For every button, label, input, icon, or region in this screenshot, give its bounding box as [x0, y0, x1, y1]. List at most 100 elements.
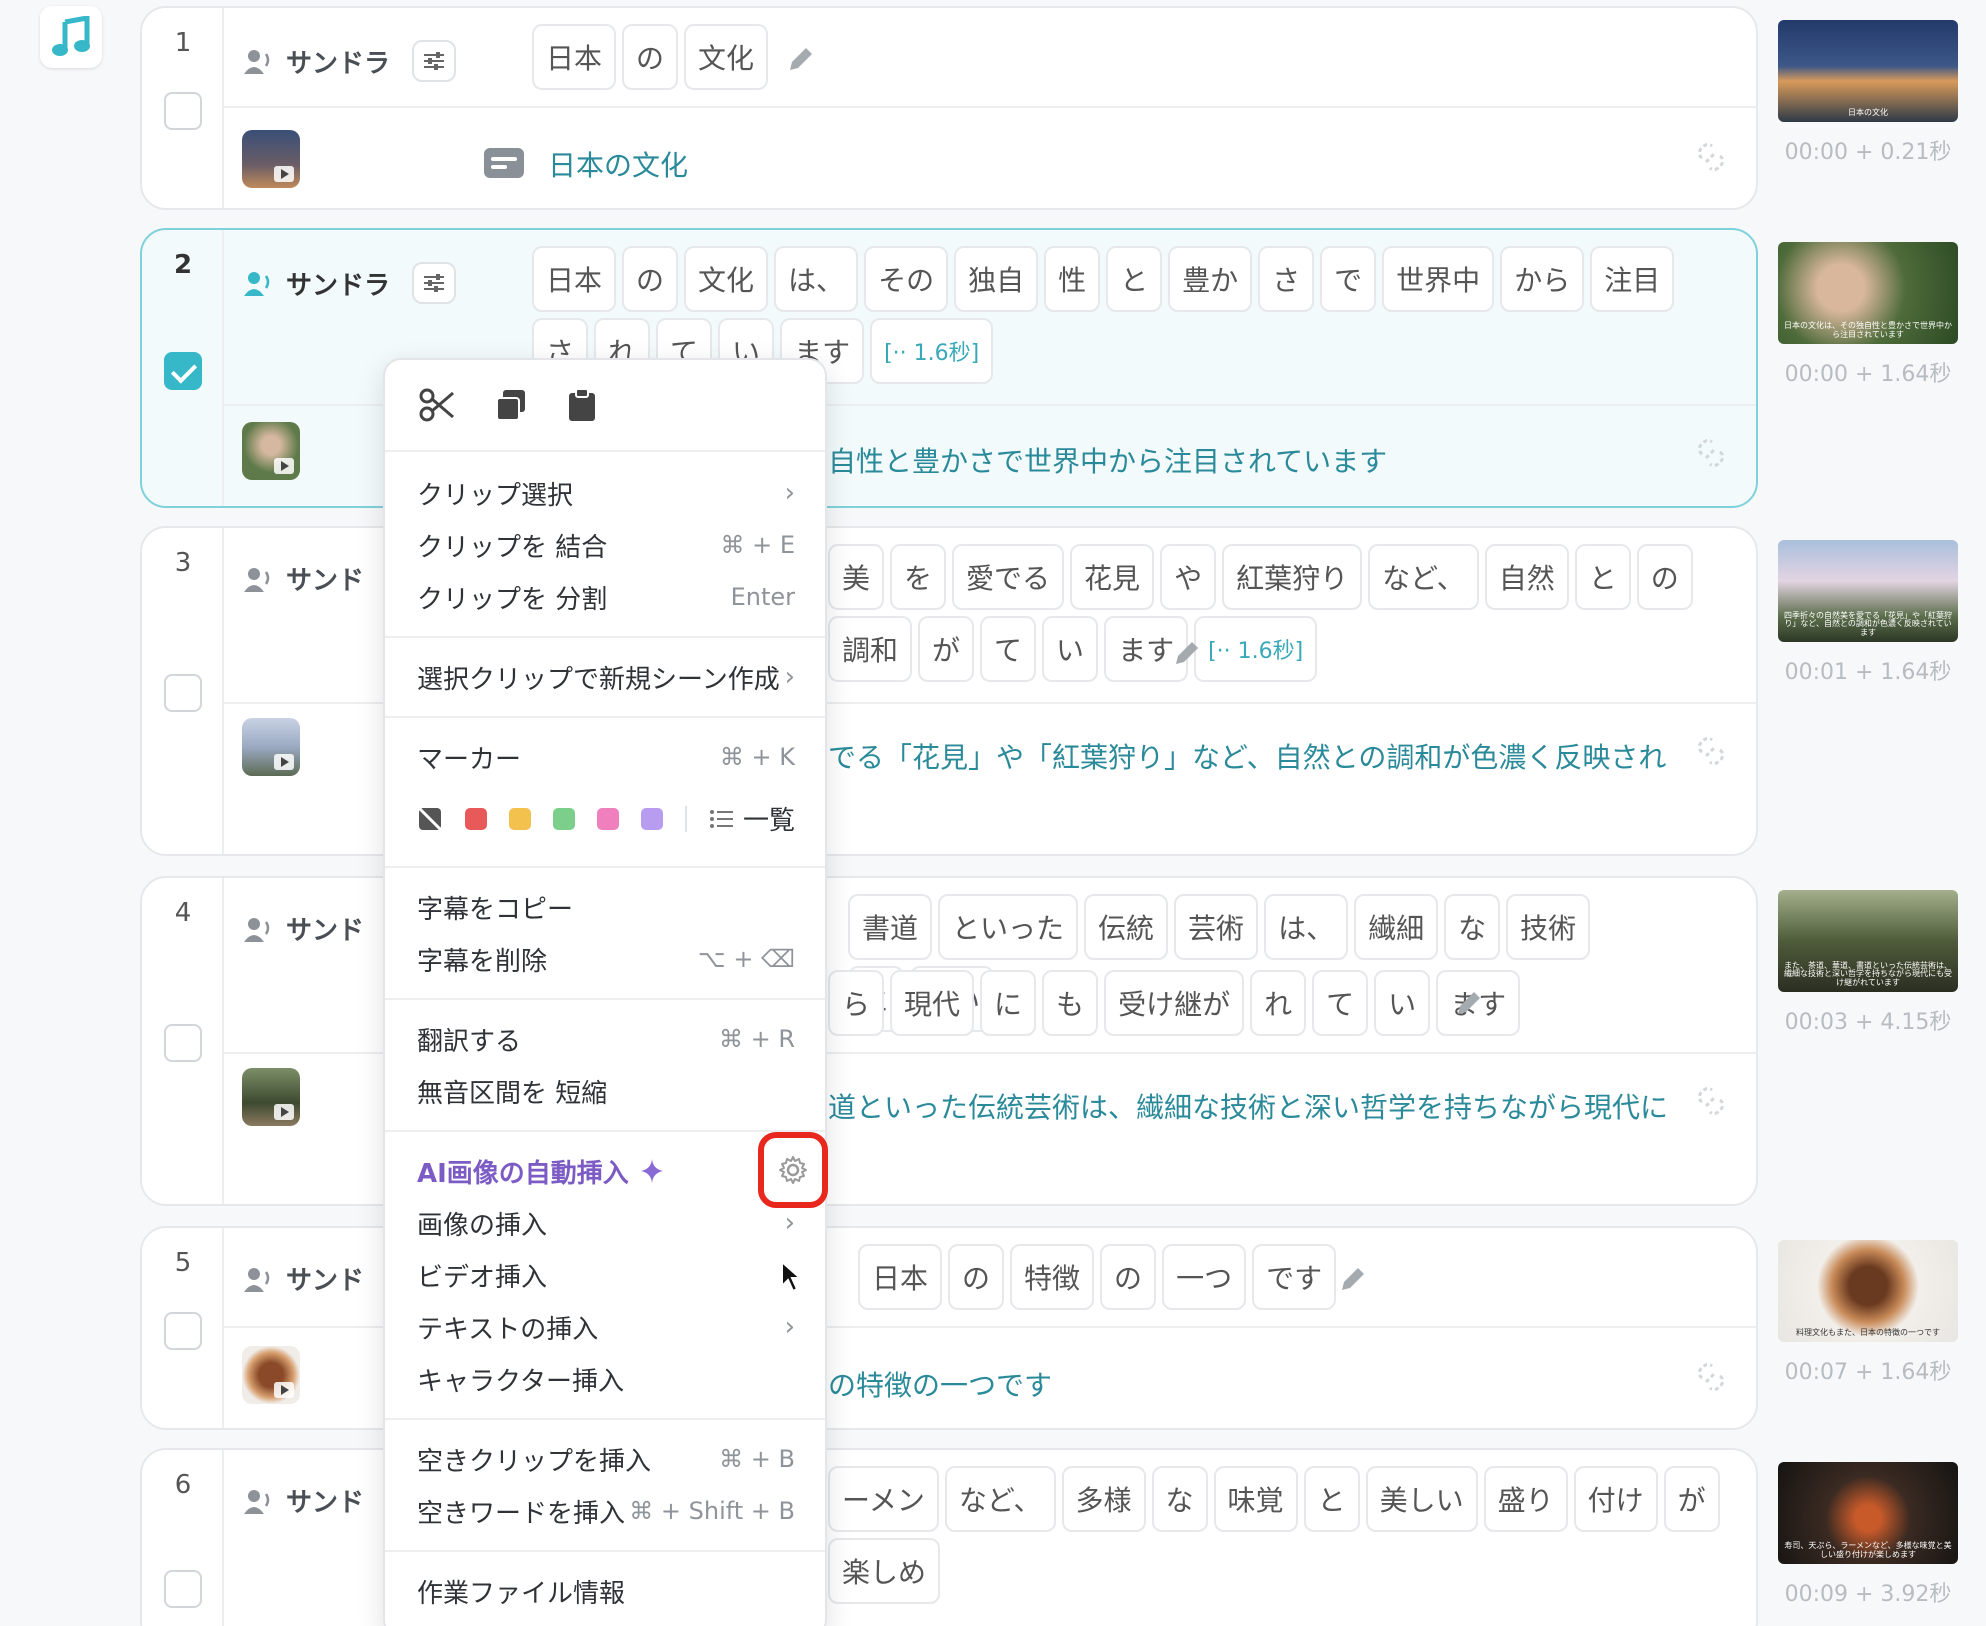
word-chip[interactable]: その [864, 246, 949, 312]
word-chip[interactable]: 愛でる [952, 544, 1065, 610]
scissors-icon[interactable] [419, 387, 455, 423]
menu-item-translate[interactable]: 翻訳する ⌘ + R [417, 1014, 795, 1064]
speaker[interactable]: サンドラ [244, 262, 457, 304]
pause-chip[interactable]: [·· 1.6秒] [870, 318, 994, 384]
word-chip[interactable]: 注目 [1590, 246, 1675, 312]
word-chip[interactable]: 一つ [1162, 1244, 1247, 1310]
menu-item-insert-image[interactable]: 画像の挿入 › [417, 1198, 795, 1248]
no-marker-icon[interactable] [417, 806, 443, 832]
subtitle-text[interactable]: 自性と豊かさで世界中から注目されています [828, 440, 1387, 480]
word-chip[interactable]: 日本 [532, 24, 617, 90]
word-chip[interactable]: の [1100, 1244, 1157, 1310]
word-chip[interactable]: や [1160, 544, 1217, 610]
speaker[interactable]: サンド [244, 910, 364, 947]
word-chip[interactable]: い [1374, 970, 1431, 1036]
word-chip[interactable]: 多様 [1061, 1466, 1146, 1532]
speaker[interactable]: サンド [244, 560, 364, 597]
word-chip[interactable]: な [1151, 1466, 1208, 1532]
word-chip[interactable]: 付け [1573, 1466, 1658, 1532]
word-chip[interactable]: と [1303, 1466, 1360, 1532]
clip-checkbox[interactable] [164, 674, 202, 712]
word-chip[interactable]: 文化 [684, 24, 769, 90]
word-chip[interactable]: 日本 [858, 1244, 943, 1310]
clip-video-thumbnail[interactable] [242, 422, 300, 480]
subtitle-text[interactable]: でる「花見」や「紅葉狩り」など、自然との調和が色濃く反映され [828, 736, 1666, 776]
menu-item-file-info[interactable]: 作業ファイル情報 [417, 1566, 795, 1616]
marker-red[interactable] [465, 807, 487, 830]
marker-yellow[interactable] [509, 807, 531, 830]
menu-item-insert-video[interactable]: ビデオ挿入› [417, 1250, 795, 1300]
menu-item-insert-empty-clip[interactable]: 空きクリップを挿入 ⌘ + B [417, 1434, 795, 1484]
speaker[interactable]: サンド [244, 1260, 364, 1297]
word-chip[interactable]: 楽しめ [828, 1538, 941, 1604]
word-chip[interactable]: と [1574, 544, 1631, 610]
menu-item-insert-character[interactable]: キャラクター挿入 [417, 1354, 795, 1404]
speaker[interactable]: サンドラ [244, 40, 457, 82]
speaker-settings-button[interactable] [412, 262, 457, 304]
word-chip[interactable]: 芸術 [1174, 894, 1259, 960]
speaker[interactable]: サンド [244, 1482, 364, 1519]
clip-checkbox[interactable] [164, 92, 202, 130]
word-chip[interactable]: を [890, 544, 947, 610]
word-chip[interactable]: 現代 [890, 970, 975, 1036]
word-chip[interactable]: 書道 [848, 894, 933, 960]
clip-video-thumbnail[interactable] [242, 1346, 300, 1404]
scene-thumbnail[interactable]: また、茶道、華道、書道といった伝統芸術は、繊細な技術と深い哲学を持ちながら現代に… [1778, 890, 1958, 992]
word-chip[interactable]: から [1500, 246, 1585, 312]
scene-thumbnail[interactable]: 日本の文化は、その独自性と豊かさで世界中から注目されています [1778, 242, 1958, 344]
menu-item-split[interactable]: クリップを 分割 Enter [417, 572, 795, 622]
word-chip[interactable]: 特徴 [1010, 1244, 1095, 1310]
menu-item-delete-subtitle[interactable]: 字幕を削除 ⌥ + ⌫ [417, 934, 795, 984]
word-chip[interactable]: て [1312, 970, 1369, 1036]
word-chip[interactable]: など、 [944, 1466, 1056, 1532]
paste-icon[interactable] [567, 387, 597, 423]
word-chip[interactable]: が [918, 616, 975, 682]
word-chip[interactable]: と [1106, 246, 1163, 312]
word-chip[interactable]: 繊細 [1354, 894, 1439, 960]
word-chip[interactable]: な [1444, 894, 1501, 960]
subtitle-text[interactable]: 日本の文化 [548, 144, 688, 184]
scene-thumbnail[interactable]: 寿司、天ぷら、ラーメンなど、多様な味覚と美しい盛り付けが楽しめます [1778, 1462, 1958, 1564]
word-chip[interactable]: の [622, 246, 679, 312]
clip-video-thumbnail[interactable] [242, 718, 300, 776]
clip-video-thumbnail[interactable] [242, 130, 300, 188]
word-chip[interactable]: 受け継が [1104, 970, 1245, 1036]
speaker-settings-button[interactable] [412, 40, 457, 82]
menu-item-insert-empty-word[interactable]: 空きワードを挿入 ⌘ + Shift + B [417, 1486, 795, 1536]
pause-chip[interactable]: [·· 1.6秒] [1194, 616, 1318, 682]
word-chip[interactable]: です [1252, 1244, 1337, 1310]
word-chip[interactable]: 伝統 [1084, 894, 1169, 960]
word-chip[interactable]: は、 [1264, 894, 1349, 960]
menu-item-clip-select[interactable]: クリップ選択 › [417, 468, 795, 518]
menu-item-new-scene[interactable]: 選択クリップで新規シーン作成 › [417, 652, 795, 702]
menu-item-merge[interactable]: クリップを 結合 ⌘ + E [417, 520, 795, 570]
word-chip[interactable]: 性 [1044, 246, 1101, 312]
word-chip[interactable]: など、 [1368, 544, 1479, 610]
word-chip[interactable]: 花見 [1070, 544, 1155, 610]
word-chip[interactable]: も [1042, 970, 1099, 1036]
word-chip[interactable]: 世界中 [1382, 246, 1495, 312]
word-chip[interactable]: で [1320, 246, 1377, 312]
word-chip[interactable]: い [1042, 616, 1099, 682]
word-chip[interactable]: の [622, 24, 679, 90]
word-chip[interactable]: は、 [774, 246, 859, 312]
clip-checkbox[interactable] [164, 1570, 202, 1608]
clip-checkbox[interactable] [164, 1024, 202, 1062]
word-chip[interactable]: に [980, 970, 1037, 1036]
word-chip[interactable]: 紅葉狩り [1222, 544, 1363, 610]
marker-purple[interactable] [641, 807, 663, 830]
menu-item-ai-image-insert[interactable]: AI画像の自動挿入 [417, 1146, 795, 1196]
word-chip[interactable]: ら [828, 970, 885, 1036]
scene-thumbnail[interactable]: 日本の文化 [1778, 20, 1958, 122]
word-chip[interactable]: 味覚 [1213, 1466, 1298, 1532]
scene-thumbnail[interactable]: 四季折々の自然美を愛でる「花見」や「紅葉狩り」など、自然との調和が色濃く反映され… [1778, 540, 1958, 642]
edit-pencil-icon[interactable] [1170, 638, 1202, 670]
subtitle-text[interactable]: の特徴の一つです [828, 1364, 1052, 1404]
clip-checkbox[interactable] [164, 352, 202, 390]
word-chip[interactable]: 盛り [1483, 1466, 1568, 1532]
clip-video-thumbnail[interactable] [242, 1068, 300, 1126]
menu-item-insert-text[interactable]: テキストの挿入 › [417, 1302, 795, 1352]
subtitle-text[interactable]: 道といった伝統芸術は、繊細な技術と深い哲学を持ちながら現代に [828, 1086, 1668, 1126]
ai-settings-button[interactable] [758, 1132, 828, 1208]
marker-pink[interactable] [597, 807, 619, 830]
